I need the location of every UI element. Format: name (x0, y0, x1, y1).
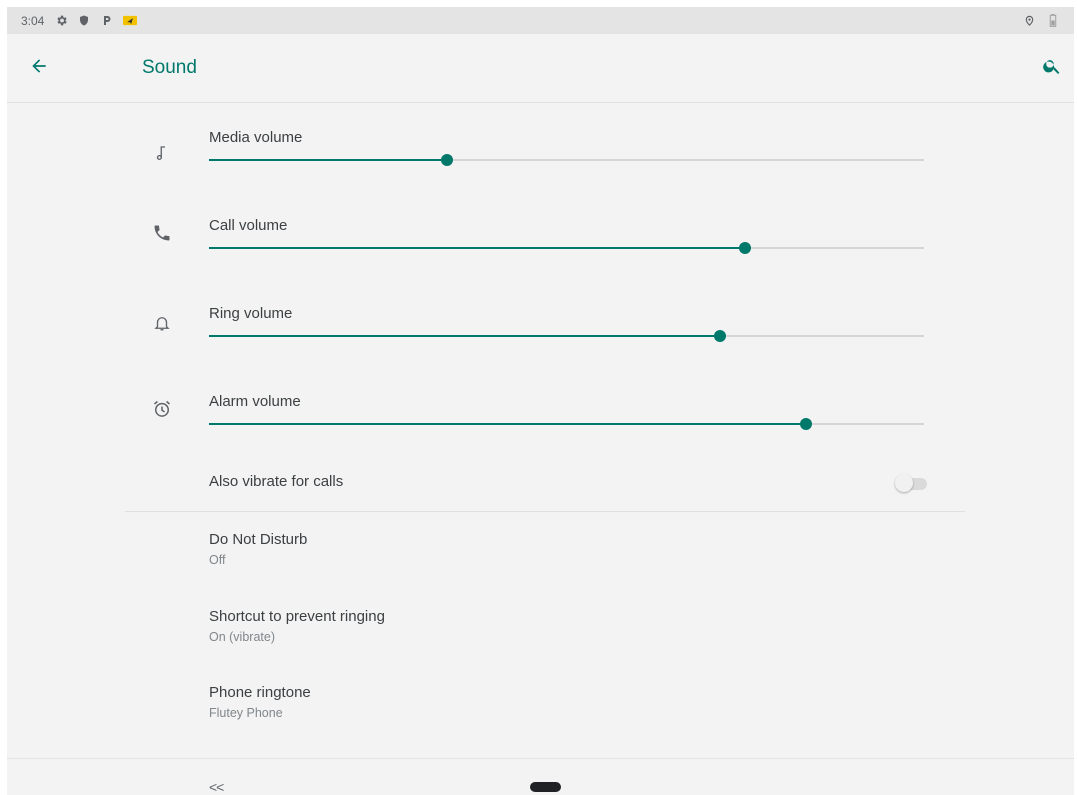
vibrate-for-calls-switch[interactable] (895, 474, 929, 492)
status-icons (54, 14, 138, 28)
shield-icon (77, 14, 91, 28)
alarm-icon (150, 397, 174, 421)
app-bar: Sound (7, 34, 1074, 103)
phone-ringtone-summary: Flutey Phone (209, 706, 283, 720)
notification-icon (123, 14, 138, 28)
do-not-disturb-summary: Off (209, 553, 226, 567)
ring-volume-label: Ring volume (209, 305, 293, 322)
navigation-bar: << (7, 758, 1074, 795)
status-time: 3:04 (21, 13, 45, 28)
search-button[interactable] (1040, 56, 1064, 80)
divider (125, 511, 965, 512)
alarm-volume-slider[interactable] (209, 416, 924, 432)
alarm-volume-row: Alarm volume (7, 379, 1074, 467)
ring-volume-row: Ring volume (7, 291, 1074, 379)
arrow-back-icon (29, 56, 49, 81)
nav-home-button[interactable] (530, 782, 561, 792)
media-volume-slider[interactable] (209, 152, 924, 168)
prevent-ringing-summary: On (vibrate) (209, 630, 275, 644)
vibrate-for-calls-label: Also vibrate for calls (209, 473, 344, 490)
slider-thumb[interactable] (739, 242, 752, 254)
slider-fill (209, 423, 807, 425)
do-not-disturb-item[interactable]: Do Not Disturb Off (7, 531, 1074, 591)
page-title: Sound (142, 57, 197, 78)
music-note-icon (150, 141, 174, 165)
search-icon (1042, 56, 1062, 81)
alarm-volume-label: Alarm volume (209, 393, 301, 410)
call-volume-row: Call volume (7, 203, 1074, 291)
slider-fill (209, 159, 448, 161)
call-volume-label: Call volume (209, 217, 288, 234)
ring-volume-slider[interactable] (209, 328, 924, 344)
switch-thumb (895, 474, 913, 492)
vibrate-for-calls-row[interactable]: Also vibrate for calls (7, 465, 1074, 501)
status-bar: 3:04 (7, 7, 1074, 34)
do-not-disturb-title: Do Not Disturb (209, 531, 308, 548)
location-icon (1022, 14, 1036, 28)
call-volume-slider[interactable] (209, 240, 924, 256)
parking-icon (100, 14, 114, 28)
status-right (1022, 7, 1060, 34)
phone-ringtone-title: Phone ringtone (209, 684, 311, 701)
slider-thumb[interactable] (714, 330, 727, 342)
slider-thumb[interactable] (441, 154, 454, 166)
prevent-ringing-title: Shortcut to prevent ringing (209, 608, 385, 625)
slider-fill (209, 335, 721, 337)
media-volume-label: Media volume (209, 129, 303, 146)
prevent-ringing-item[interactable]: Shortcut to prevent ringing On (vibrate) (7, 608, 1074, 668)
screen: 3:04 Sound Media volume Call volume Ring… (7, 7, 1074, 795)
phone-ringtone-item[interactable]: Phone ringtone Flutey Phone (7, 684, 1074, 744)
back-button[interactable] (27, 56, 51, 80)
nav-back-button[interactable]: << (209, 779, 224, 795)
phone-icon (150, 221, 174, 245)
gear-icon (54, 14, 68, 28)
battery-icon (1046, 14, 1060, 28)
slider-fill (209, 247, 746, 249)
media-volume-row: Media volume (7, 115, 1074, 203)
bell-icon (150, 311, 174, 335)
slider-thumb[interactable] (800, 418, 813, 430)
